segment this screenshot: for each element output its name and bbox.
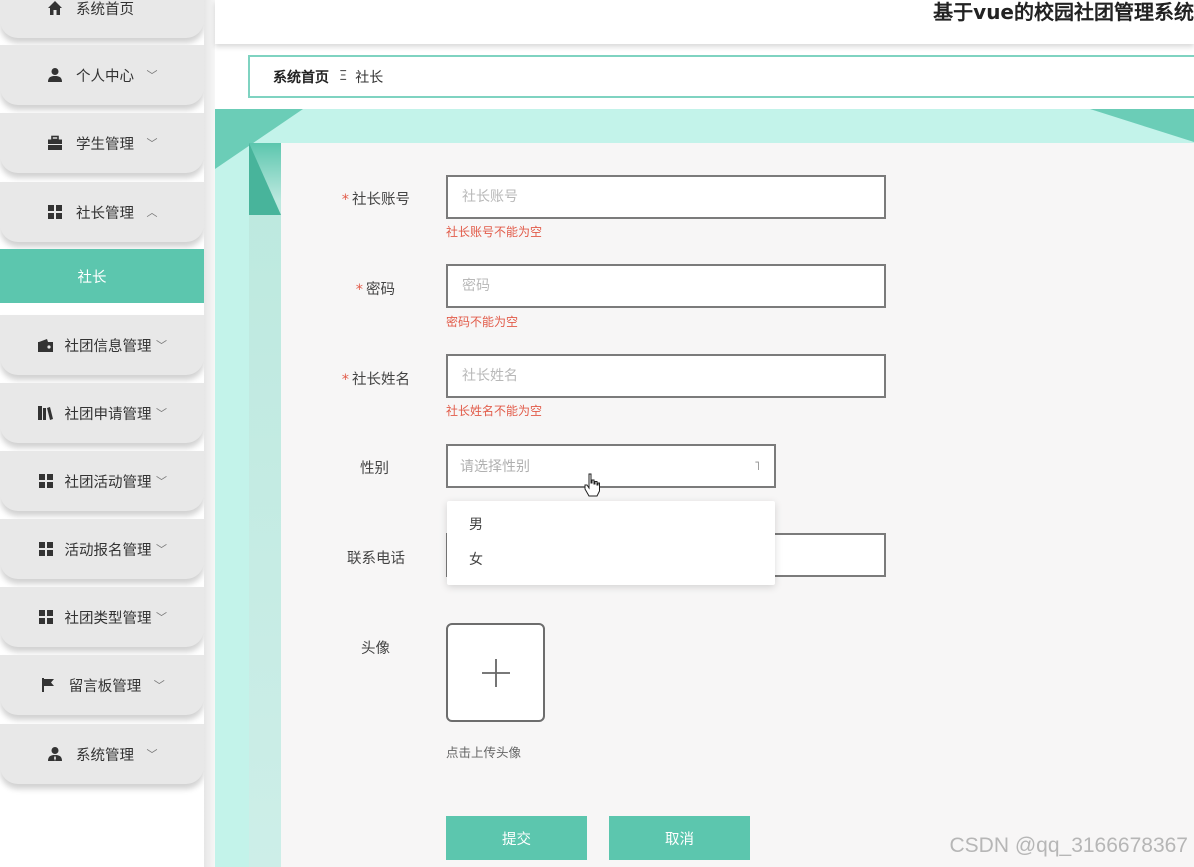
name-input[interactable] — [446, 354, 886, 398]
sidebar-item-home[interactable]: 系统首页 ⌄ — [0, 0, 204, 38]
chevron-down-icon: ﹀ — [153, 679, 165, 692]
books-icon — [37, 404, 55, 422]
submit-button[interactable]: 提交 — [446, 816, 587, 860]
decor-corner-right — [1090, 109, 1194, 142]
chevron-down-icon: ﹀ — [156, 339, 167, 352]
sidebar-item-label: 社长管理 — [76, 205, 134, 222]
sidebar-subitem-president[interactable]: 社长 — [0, 249, 204, 303]
sidebar-item-label: 活动报名管理 — [64, 542, 152, 559]
chevron-up-icon: ︿ — [146, 206, 158, 219]
sidebar-item-profile[interactable]: 个人中心 ﹀ — [0, 45, 204, 105]
sidebar-item-club-activity[interactable]: 社团活动管理 ﹀ — [0, 451, 204, 511]
grid-icon — [37, 540, 55, 558]
cancel-button[interactable]: 取消 — [609, 816, 750, 860]
sidebar-item-label: 社团活动管理 — [64, 474, 152, 491]
sidebar-divider — [204, 0, 215, 867]
sidebar-item-students[interactable]: 学生管理 ﹀ — [0, 113, 204, 173]
grid-icon — [37, 472, 55, 490]
chevron-down-icon: ﹀ — [146, 748, 158, 761]
chevron-up-icon: ˥ — [754, 459, 760, 473]
sidebar-item-label: 留言板管理 — [68, 678, 142, 695]
briefcase-icon — [46, 134, 64, 152]
chevron-down-icon: ﹀ — [156, 611, 167, 624]
sidebar-item-club-info[interactable]: 社团信息管理 ﹀ — [0, 315, 204, 375]
sidebar-item-label: 社团信息管理 — [64, 338, 152, 355]
avatar-label: 头像 — [361, 641, 390, 657]
grid-icon — [37, 608, 55, 626]
sidebar-item-club-type[interactable]: 社团类型管理 ﹀ — [0, 587, 204, 647]
grid-icon — [46, 203, 64, 221]
phone-label: 联系电话 — [347, 551, 405, 567]
sidebar-item-label: 社团申请管理 — [64, 406, 152, 423]
chevron-down-icon: ﹀ — [146, 69, 158, 82]
watermark: CSDN @qq_3166678367 — [949, 834, 1189, 857]
sidebar-item-activity-signup[interactable]: 活动报名管理 ﹀ — [0, 519, 204, 579]
chevron-down-icon: ﹀ — [156, 475, 167, 488]
password-error: 密码不能为空 — [446, 315, 519, 329]
home-icon — [46, 0, 64, 17]
chevron-down-icon: ﹀ — [156, 407, 167, 420]
flag-icon — [39, 676, 57, 694]
breadcrumb-home[interactable]: 系统首页 — [273, 67, 329, 87]
hand-cursor-icon — [584, 473, 600, 497]
avatar-upload[interactable] — [446, 623, 545, 722]
top-header: 基于vue的校园社团管理系统 — [215, 0, 1194, 44]
gender-dropdown: 男 女 — [447, 501, 775, 585]
chevron-down-icon: ﹀ — [156, 543, 167, 556]
gender-option-female[interactable]: 女 — [447, 543, 775, 578]
gender-select[interactable]: 请选择性别 ˥ — [446, 444, 776, 488]
name-label: * 社长姓名 — [341, 372, 410, 388]
account-label: * 社长账号 — [341, 192, 410, 208]
account-input[interactable] — [446, 175, 886, 219]
gender-option-male[interactable]: 男 — [447, 508, 775, 543]
sidebar-item-label: 学生管理 — [76, 136, 134, 153]
decor-left-strip — [249, 143, 281, 867]
user-icon — [46, 66, 64, 84]
plus-icon — [481, 658, 510, 687]
sidebar-item-president[interactable]: 社长管理 ︿ — [0, 182, 204, 242]
sidebar-item-label: 系统管理 — [76, 747, 134, 764]
password-input[interactable] — [446, 264, 886, 308]
chevron-down-icon: ﹀ — [146, 137, 158, 150]
breadcrumb-current: 社长 — [355, 69, 384, 86]
wallet-icon — [37, 336, 55, 354]
avatar-upload-tip: 点击上传头像 — [446, 745, 522, 760]
name-error: 社长姓名不能为空 — [446, 404, 543, 418]
sidebar-item-label: 系统首页 — [76, 1, 134, 18]
sidebar-item-label: 社团类型管理 — [64, 610, 152, 627]
gender-select-placeholder: 请选择性别 — [460, 459, 530, 475]
sidebar-item-club-apply[interactable]: 社团申请管理 ﹀ — [0, 383, 204, 443]
account-error: 社长账号不能为空 — [446, 225, 543, 239]
admin-user-icon — [46, 745, 64, 763]
breadcrumb-separator: Ξ — [339, 69, 348, 84]
sidebar: 系统首页 ⌄ 个人中心 ﹀ 学生管理 ﹀ 社长管理 ︿ 社长 社团信息管理 ﹀ — [0, 0, 206, 867]
sidebar-item-label: 个人中心 — [76, 68, 134, 85]
sidebar-item-message-board[interactable]: 留言板管理 ﹀ — [0, 655, 204, 715]
app-title: 基于vue的校园社团管理系统 — [933, 0, 1194, 24]
password-label: * 密码 — [355, 282, 395, 298]
breadcrumb: 系统首页 Ξ 社长 — [248, 55, 1194, 98]
sidebar-item-system[interactable]: 系统管理 ﹀ — [0, 724, 204, 784]
gender-label: 性别 — [360, 461, 389, 477]
